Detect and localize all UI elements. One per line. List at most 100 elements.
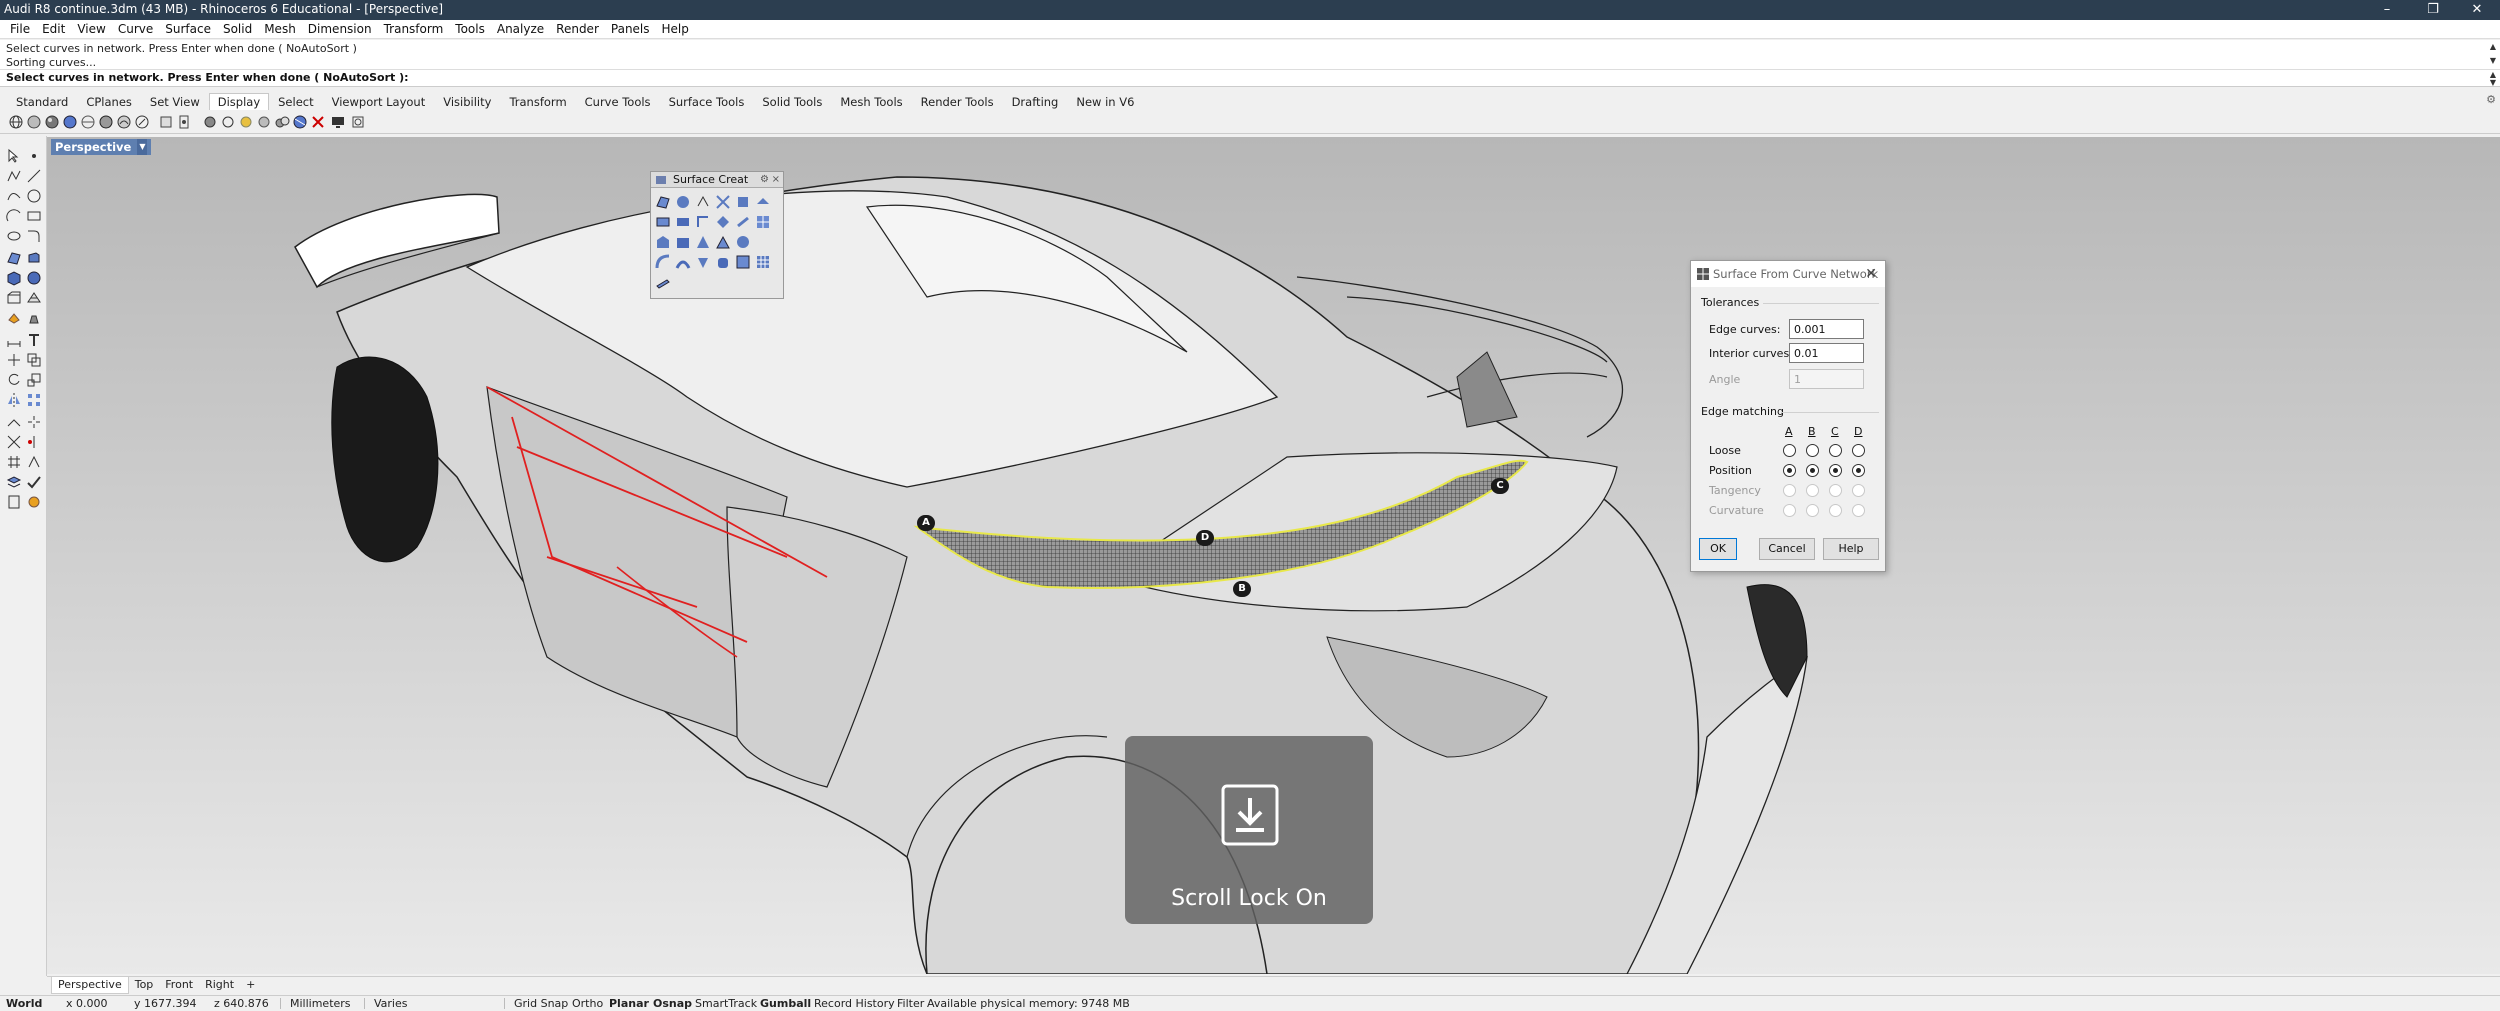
viewport-tab-perspective[interactable]: Perspective [51, 977, 129, 994]
edge-curves-input[interactable] [1789, 319, 1864, 339]
help-button[interactable]: Help [1823, 538, 1879, 560]
text-icon[interactable] [26, 332, 42, 348]
join-icon[interactable] [6, 414, 22, 430]
tab-cplanes[interactable]: CPlanes [77, 93, 141, 110]
ok-button[interactable]: OK [1699, 538, 1737, 560]
surface-from-curve-network-dialog[interactable]: Surface From Curve Network ✕ Tolerances … [1690, 260, 1886, 572]
options-icon[interactable] [26, 494, 42, 510]
wireframe-icon[interactable] [8, 114, 24, 130]
circle-icon[interactable] [26, 188, 42, 204]
technical-icon[interactable] [98, 114, 114, 130]
fillet-curve-icon[interactable] [26, 228, 42, 244]
viewport-tab-front[interactable]: Front [159, 977, 199, 994]
rendered-icon[interactable] [44, 114, 60, 130]
perspective-viewport[interactable]: Perspective ▼ A B C D Scroll Lock On [47, 137, 2500, 974]
environment-icon[interactable] [256, 114, 272, 130]
properties-icon[interactable] [6, 494, 22, 510]
radio-position-d[interactable] [1852, 464, 1865, 477]
ortho-toggle[interactable]: Ortho [572, 996, 603, 1011]
dimension-icon[interactable] [6, 332, 22, 348]
artistic-icon[interactable] [116, 114, 132, 130]
smarttrack-toggle[interactable]: SmartTrack [695, 996, 757, 1011]
interior-curves-input[interactable] [1789, 343, 1864, 363]
plane-icon[interactable] [735, 194, 751, 210]
menu-solid[interactable]: Solid [217, 20, 258, 39]
box-icon[interactable] [6, 270, 22, 286]
zebra-icon[interactable] [292, 114, 308, 130]
surface-edge-icon[interactable] [715, 194, 731, 210]
loft-icon[interactable] [655, 214, 671, 230]
rectangle-icon[interactable] [26, 208, 42, 224]
tab-drafting[interactable]: Drafting [1003, 93, 1068, 110]
surface-points-icon[interactable] [695, 194, 711, 210]
filter-toggle[interactable]: Filter [897, 996, 924, 1011]
radio-loose-a[interactable] [1783, 444, 1796, 457]
menu-view[interactable]: View [71, 20, 111, 39]
mesh-icon[interactable] [26, 290, 42, 306]
menu-curve[interactable]: Curve [112, 20, 159, 39]
xray-icon[interactable] [80, 114, 96, 130]
split-icon[interactable] [26, 434, 42, 450]
copy-icon[interactable] [26, 352, 42, 368]
pen-display-icon[interactable] [134, 114, 150, 130]
command-prompt[interactable]: Select curves in network. Press Enter wh… [0, 70, 2500, 87]
history-scroll-down-icon[interactable]: ▼ [2490, 56, 2496, 65]
tab-curve-tools[interactable]: Curve Tools [576, 93, 660, 110]
unroll-icon[interactable] [655, 276, 671, 292]
chamfer-icon[interactable] [675, 254, 691, 270]
menu-tools[interactable]: Tools [449, 20, 491, 39]
dialog-titlebar[interactable]: Surface From Curve Network ✕ [1691, 261, 1885, 287]
trim-icon[interactable] [6, 434, 22, 450]
menu-dimension[interactable]: Dimension [302, 20, 378, 39]
offset-icon[interactable] [695, 254, 711, 270]
light-icon[interactable] [26, 310, 42, 326]
close-window-button[interactable]: ✕ [2454, 0, 2500, 20]
fillet-surface-icon[interactable] [655, 254, 671, 270]
dialog-close-icon[interactable]: ✕ [1865, 261, 1877, 287]
arc-icon[interactable] [6, 208, 22, 224]
sphere-icon[interactable] [675, 194, 691, 210]
record-history-toggle[interactable]: Record History [814, 996, 895, 1011]
radio-loose-c[interactable] [1829, 444, 1842, 457]
tab-display[interactable]: Display [208, 93, 270, 110]
viewport-tab-top[interactable]: Top [129, 977, 160, 994]
tab-standard[interactable]: Standard [7, 93, 77, 110]
tab-set-view[interactable]: Set View [141, 93, 209, 110]
maximize-button[interactable]: ❐ [2410, 0, 2456, 20]
planar-toggle[interactable]: Planar [609, 996, 649, 1011]
tab-viewport-layout[interactable]: Viewport Layout [323, 93, 435, 110]
surface-panel-titlebar[interactable]: Surface Creat ⚙ × [651, 172, 783, 188]
cplane-status[interactable]: World [6, 996, 42, 1011]
sweep2-icon[interactable] [695, 214, 711, 230]
panel-close-icon[interactable]: × [772, 172, 780, 187]
network-surface-icon[interactable] [755, 214, 771, 230]
tab-mesh-tools[interactable]: Mesh Tools [831, 93, 911, 110]
surface-icon[interactable] [6, 250, 22, 266]
viewport-tab-right[interactable]: Right [199, 977, 240, 994]
surface-from-points-icon[interactable] [655, 194, 671, 210]
sweep1-icon[interactable] [675, 214, 691, 230]
explode-icon[interactable] [26, 414, 42, 430]
menu-mesh[interactable]: Mesh [258, 20, 302, 39]
extrude-surface-icon[interactable] [755, 194, 771, 210]
panel-gear-icon[interactable]: ⚙ [760, 172, 769, 187]
menu-panels[interactable]: Panels [605, 20, 656, 39]
array-icon[interactable] [26, 392, 42, 408]
grid-snap-toggle[interactable]: Grid Snap [514, 996, 568, 1011]
rotate-icon[interactable] [6, 372, 22, 388]
capture-icon[interactable] [350, 114, 366, 130]
polyline-icon[interactable] [6, 168, 22, 184]
line-icon[interactable] [26, 168, 42, 184]
surface-creation-panel[interactable]: Surface Creat ⚙ × [650, 171, 784, 299]
prompt-scroll-down-icon[interactable]: ▼ [2490, 78, 2496, 87]
tab-solid-tools[interactable]: Solid Tools [753, 93, 831, 110]
menu-edit[interactable]: Edit [36, 20, 71, 39]
menu-file[interactable]: File [4, 20, 36, 39]
add-viewport-tab-icon[interactable]: + [240, 977, 261, 994]
layer-status[interactable]: Varies [374, 996, 408, 1011]
menu-help[interactable]: Help [656, 20, 695, 39]
gumball-toggle[interactable]: Gumball [760, 996, 811, 1011]
layer-icon[interactable] [6, 474, 22, 490]
radio-position-b[interactable] [1806, 464, 1819, 477]
patch-icon[interactable] [655, 234, 671, 250]
